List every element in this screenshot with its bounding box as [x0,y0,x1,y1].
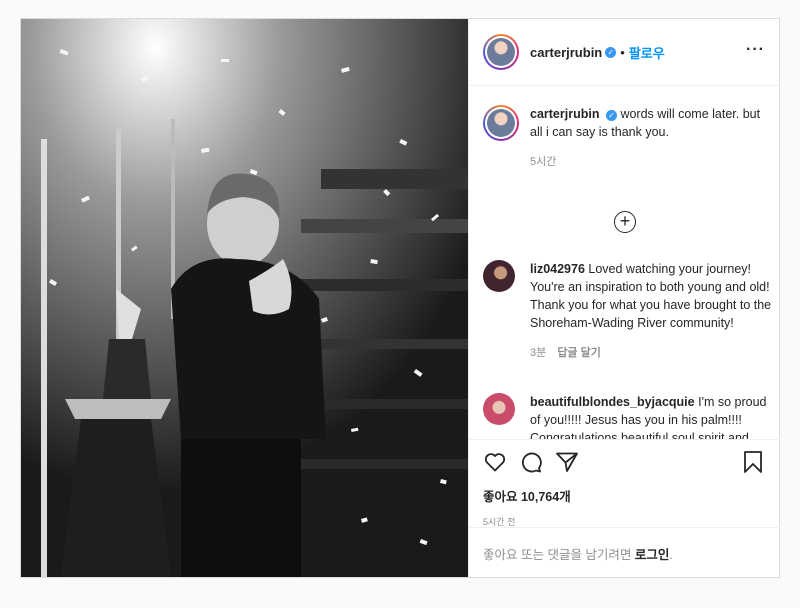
comment-username[interactable]: beautifulblondes_byjacquie [530,395,695,409]
comment-meta: 3분 답글 달기 [530,344,773,360]
comment-item: liz042976 Loved watching your journey! Y… [483,260,773,360]
separator-dot: • [620,44,625,60]
commenter-avatar[interactable] [483,393,515,425]
post-sidebar: carterjrubin ✓ • 팔로우 ··· carterjrubin ✓ … [468,19,780,577]
header-username[interactable]: carterjrubin [530,45,602,60]
plus-circle-icon[interactable]: + [614,211,636,233]
caption-avatar[interactable] [483,105,519,141]
caption: carterjrubin ✓ words will come later. bu… [483,105,773,169]
comments-list[interactable]: carterjrubin ✓ words will come later. bu… [469,87,780,439]
post-header: carterjrubin ✓ • 팔로우 ··· [469,19,779,86]
heart-icon[interactable] [483,450,507,474]
share-icon[interactable] [555,450,579,474]
login-prompt-suffix: . [669,548,673,562]
comment-item: beautifulblondes_byjacquie I'm so proud … [483,393,773,439]
more-options-icon[interactable]: ··· [746,41,765,59]
post-photo[interactable] [21,19,468,577]
login-prompt-text: 좋아요 또는 댓글을 남기려면 [483,548,632,562]
commenter-avatar[interactable] [483,260,515,292]
avatar[interactable] [483,34,519,70]
caption-username[interactable]: carterjrubin [530,107,599,121]
follow-button[interactable]: 팔로우 [629,43,665,62]
likes-count[interactable]: 좋아요 10,764개 [483,486,766,505]
login-link[interactable]: 로그인 [635,548,670,562]
comment-username[interactable]: liz042976 [530,262,585,276]
verified-badge-icon: ✓ [605,46,617,58]
caption-time: 5시간 [530,156,557,168]
reply-button[interactable]: 답글 달기 [557,347,601,359]
bookmark-icon[interactable] [741,450,765,474]
verified-badge-icon: ✓ [605,110,617,121]
comment-icon[interactable] [519,450,543,474]
instagram-post: carterjrubin ✓ • 팔로우 ··· carterjrubin ✓ … [20,18,780,578]
comment-time: 3분 [530,347,547,359]
login-prompt: 좋아요 또는 댓글을 남기려면 로그인. [469,527,780,577]
